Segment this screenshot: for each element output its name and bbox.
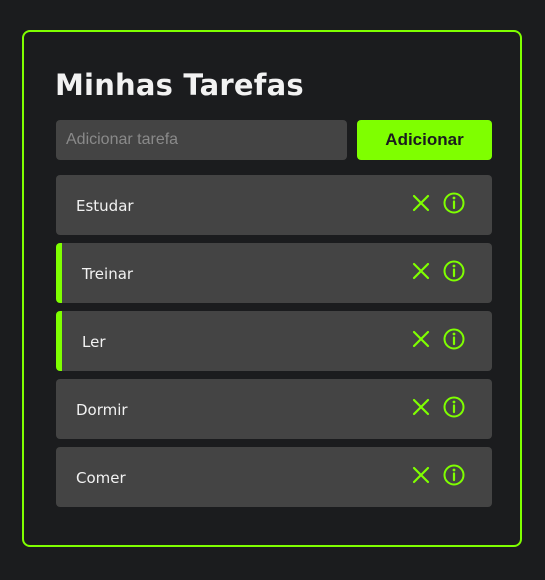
info-icon — [443, 464, 465, 486]
close-icon — [412, 194, 430, 212]
task-info-button[interactable] — [442, 327, 466, 351]
task-label: Dormir — [76, 401, 128, 419]
info-icon — [443, 328, 465, 350]
task-label: Comer — [76, 469, 126, 487]
info-icon — [443, 260, 465, 282]
close-icon — [412, 466, 430, 484]
task-card: Minhas Tarefas Adicionar Estudar Treinar — [22, 30, 522, 547]
task-list: Estudar Treinar Ler Dormir Comer — [56, 175, 492, 515]
add-task-button[interactable]: Adicionar — [357, 120, 492, 160]
task-label: Ler — [82, 333, 106, 351]
task-item[interactable]: Ler — [56, 311, 492, 371]
task-input[interactable] — [56, 120, 347, 160]
task-info-button[interactable] — [442, 191, 466, 215]
remove-task-button[interactable] — [409, 259, 433, 283]
task-item[interactable]: Dormir — [56, 379, 492, 439]
close-icon — [412, 262, 430, 280]
remove-task-button[interactable] — [409, 395, 433, 419]
task-item[interactable]: Treinar — [56, 243, 492, 303]
task-info-button[interactable] — [442, 463, 466, 487]
task-label: Estudar — [76, 197, 134, 215]
close-icon — [412, 398, 430, 416]
task-item[interactable]: Comer — [56, 447, 492, 507]
remove-task-button[interactable] — [409, 327, 433, 351]
remove-task-button[interactable] — [409, 463, 433, 487]
task-info-button[interactable] — [442, 395, 466, 419]
close-icon — [412, 330, 430, 348]
page-title: Minhas Tarefas — [55, 68, 304, 102]
info-icon — [443, 192, 465, 214]
task-item[interactable]: Estudar — [56, 175, 492, 235]
task-info-button[interactable] — [442, 259, 466, 283]
info-icon — [443, 396, 465, 418]
remove-task-button[interactable] — [409, 191, 433, 215]
task-label: Treinar — [82, 265, 134, 283]
